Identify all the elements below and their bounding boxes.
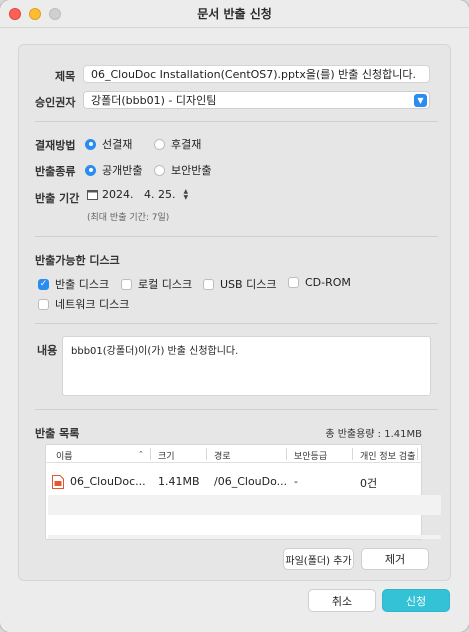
file-size: 1.41MB — [158, 475, 200, 488]
table-row[interactable]: 06_ClouDoc... 1.41MB /06_ClouDo... - 0건 — [46, 475, 421, 493]
checkbox-empty-icon — [203, 278, 214, 290]
approver-label: 승인권자 — [35, 96, 76, 109]
radio-on-icon — [85, 164, 96, 176]
export-period-label: 반출 기간 — [35, 192, 80, 205]
submit-button[interactable]: 신청 — [382, 589, 450, 612]
checkbox-empty-icon — [121, 278, 132, 290]
title-bar: 문서 반출 신청 — [0, 0, 469, 28]
export-period-value: 2024. 4. 25. — [102, 188, 176, 201]
radio-prepay[interactable]: 선결재 — [85, 136, 132, 152]
date-stepper-icon[interactable]: ▲ ▼ — [183, 188, 188, 201]
radio-public-export-label: 공개반출 — [102, 164, 143, 177]
close-window-button[interactable] — [9, 8, 21, 20]
window-title: 문서 반출 신청 — [197, 7, 272, 21]
content-label: 내용 — [37, 344, 58, 357]
checkbox-usb-disk-label: USB 디스크 — [220, 278, 277, 291]
approver-value: 강폴더(bbb01) - 디자인팀 — [91, 94, 217, 107]
radio-postpay-label: 후결재 — [171, 138, 202, 151]
checkbox-network-disk-label: 네트워크 디스크 — [55, 298, 130, 311]
table-empty-row — [48, 535, 441, 539]
column-header-path[interactable]: 경로 — [214, 449, 231, 462]
radio-off-icon — [154, 164, 165, 176]
checkbox-empty-icon — [38, 298, 49, 310]
radio-secure-export-label: 보안반출 — [171, 164, 212, 177]
title-input[interactable]: 06_ClouDoc Installation(CentOS7).pptx을(를… — [83, 65, 430, 83]
minimize-window-button[interactable] — [29, 8, 41, 20]
divider — [35, 323, 438, 324]
file-pii-count: 0건 — [360, 477, 378, 490]
checkbox-export-disk-label: 반출 디스크 — [55, 278, 110, 291]
column-header-security-level[interactable]: 보안등급 — [294, 449, 327, 462]
export-file-table: 이름 ⌃ 크기 경로 보안등급 개인 정보 검출 06_ClouDoc... 1… — [45, 444, 441, 540]
content-textarea[interactable]: bbb01(강폴더)이(가) 반출 신청합니다. — [62, 336, 431, 396]
checkbox-local-disk-label: 로컬 디스크 — [138, 278, 193, 291]
export-list-label: 반출 목록 — [35, 427, 80, 440]
column-separator — [206, 448, 207, 460]
disk-section-label: 반출가능한 디스크 — [35, 254, 120, 267]
remove-button[interactable]: 제거 — [361, 548, 429, 570]
file-name: 06_ClouDoc... — [70, 475, 146, 488]
approver-select[interactable]: 강폴더(bbb01) - 디자인팀 ▼ — [83, 91, 430, 109]
sort-ascending-icon: ⌃ — [138, 450, 144, 458]
export-period-date-picker[interactable]: 2024. 4. 25. ▲ ▼ — [87, 188, 188, 201]
table-header: 이름 ⌃ 크기 경로 보안등급 개인 정보 검출 — [46, 445, 421, 463]
radio-secure-export[interactable]: 보안반출 — [154, 162, 211, 178]
divider — [35, 121, 438, 122]
column-separator — [150, 448, 151, 460]
divider — [35, 236, 438, 237]
window-controls — [9, 8, 61, 20]
calendar-icon — [87, 190, 98, 200]
export-type-label: 반출종류 — [35, 165, 76, 178]
radio-on-icon — [85, 138, 96, 150]
column-separator — [417, 448, 418, 460]
title-label: 제목 — [55, 70, 76, 83]
checkmark-icon: ✓ — [38, 278, 49, 290]
payment-method-label: 결재방법 — [35, 139, 76, 152]
checkbox-usb-disk[interactable]: USB 디스크 — [203, 276, 276, 292]
column-separator — [286, 448, 287, 460]
table-empty-row — [48, 495, 441, 515]
divider — [35, 409, 438, 410]
export-period-hint: (최대 반출 기간: 7일) — [87, 213, 170, 223]
checkbox-export-disk[interactable]: ✓ 반출 디스크 — [38, 276, 109, 292]
radio-off-icon — [154, 138, 165, 150]
add-file-folder-button[interactable]: 파일(폴더) 추가 — [283, 548, 354, 570]
radio-postpay[interactable]: 후결재 — [154, 136, 201, 152]
file-security-level: - — [294, 475, 298, 488]
radio-prepay-label: 선결재 — [102, 138, 133, 151]
cancel-button[interactable]: 취소 — [308, 589, 376, 612]
zoom-window-button[interactable] — [49, 8, 61, 20]
file-path: /06_ClouDo... — [214, 475, 288, 488]
pptx-file-icon — [52, 475, 64, 489]
column-header-name[interactable]: 이름 — [56, 449, 73, 462]
column-separator — [352, 448, 353, 460]
checkbox-cdrom-label: CD-ROM — [305, 276, 351, 289]
chevron-down-icon: ▼ — [414, 94, 427, 107]
radio-public-export[interactable]: 공개반출 — [85, 162, 142, 178]
checkbox-cdrom[interactable]: CD-ROM — [288, 276, 351, 289]
column-header-size[interactable]: 크기 — [158, 449, 175, 462]
checkbox-network-disk[interactable]: 네트워크 디스크 — [38, 296, 129, 312]
checkbox-empty-icon — [288, 277, 299, 288]
total-export-size: 총 반출용량 : 1.41MB — [325, 429, 422, 440]
checkbox-local-disk[interactable]: 로컬 디스크 — [121, 276, 192, 292]
column-header-pii[interactable]: 개인 정보 검출 — [360, 449, 415, 462]
export-request-dialog: 문서 반출 신청 제목 06_ClouDoc Installation(Cent… — [0, 0, 469, 632]
